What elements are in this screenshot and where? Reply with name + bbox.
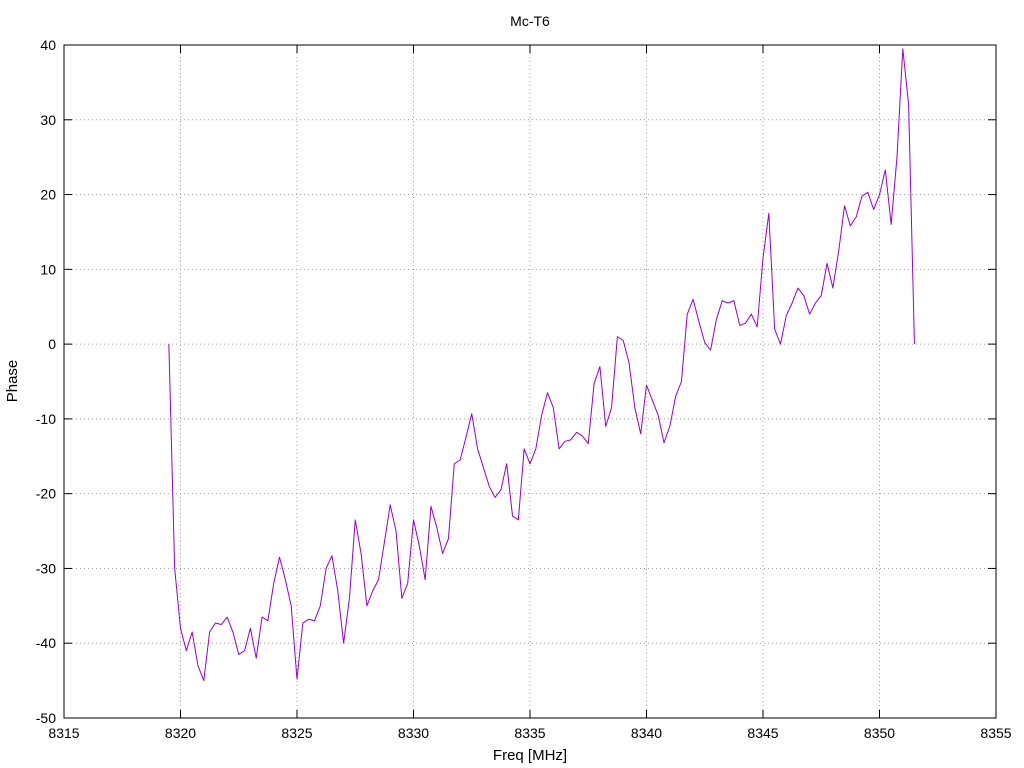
y-tick-label: 10 xyxy=(40,261,56,277)
x-axis-label: Freq [MHz] xyxy=(493,747,567,764)
x-tick-label: 8320 xyxy=(165,725,196,741)
text-layer: Mc-T6 Freq [MHz] Phase 8315 8320 8325 8330 8… xyxy=(4,13,1012,764)
x-tick-label: 8330 xyxy=(398,725,429,741)
x-tick-label: 8355 xyxy=(980,725,1011,741)
y-tick-label: 20 xyxy=(40,187,56,203)
x-tick-label: 8350 xyxy=(864,725,895,741)
phase-line-chart: Mc-T6 Freq [MHz] Phase 8315 8320 8325 8330 8… xyxy=(4,13,1012,764)
y-tick-label: 40 xyxy=(40,37,56,53)
series-layer xyxy=(168,48,915,682)
y-tick-label: 30 xyxy=(40,112,56,128)
y-tick-label: -40 xyxy=(36,635,56,651)
y-tick-label: -10 xyxy=(36,411,56,427)
y-tick-label: 0 xyxy=(48,336,56,352)
x-tick-label: 8335 xyxy=(514,725,545,741)
grid-layer xyxy=(64,45,996,718)
chart-container: Mc-T6 Freq [MHz] Phase 8315 8320 8325 8330 8… xyxy=(0,0,1024,768)
y-tick-label: -50 xyxy=(36,710,56,726)
phase-series-line xyxy=(168,48,915,682)
x-tick-label: 8345 xyxy=(747,725,778,741)
x-tick-label: 8315 xyxy=(48,725,79,741)
chart-title: Mc-T6 xyxy=(510,13,550,29)
y-tick-label: -30 xyxy=(36,560,56,576)
x-tick-label: 8325 xyxy=(281,725,312,741)
y-tick-label: -20 xyxy=(36,486,56,502)
x-tick-label: 8340 xyxy=(631,725,662,741)
y-axis-label: Phase xyxy=(4,360,21,403)
